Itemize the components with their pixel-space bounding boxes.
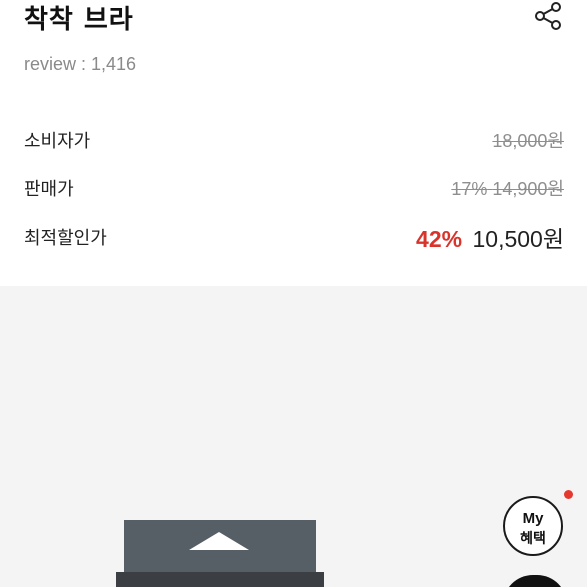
product-box-base [116,572,324,587]
my-benefit-button[interactable]: My 혜택 [503,496,563,556]
best-discount: 42% [416,226,463,252]
best-price-row: 최적할인가 42% 10,500원 [24,222,564,252]
best-price-label: 최적할인가 [24,228,107,249]
product-title: 착착 브라 [24,5,134,35]
review-label: review : [24,54,87,74]
notification-dot [564,490,573,499]
product-image [116,520,324,587]
review-number: 1,416 [91,54,137,74]
sale-price-label: 판매가 [24,179,74,200]
consumer-price-value: 18,000원 [492,131,564,151]
hang-hole [189,532,249,550]
my-benefit-line2: 혜택 [520,531,546,547]
product-image-gallery[interactable] [0,286,587,587]
my-benefit-line1: My [522,510,544,527]
share-icon [530,0,566,32]
consumer-price-row: 소비자가 18,000원 [24,125,564,155]
best-price-value: 42% 10,500원 [416,220,564,254]
product-info-panel: 착착 브라 review :1,416 소비자가 18,000원 판매가 17%… [0,0,587,286]
sale-discount: 17% [451,179,488,199]
share-button[interactable] [530,0,566,32]
sale-price: 14,900원 [492,179,564,199]
consumer-price-label: 소비자가 [24,131,91,152]
best-price: 10,500원 [472,226,564,252]
review-count[interactable]: review :1,416 [24,54,136,75]
sale-price-row: 판매가 17% 14,900원 [24,173,564,203]
sale-price-value: 17% 14,900원 [451,175,564,201]
